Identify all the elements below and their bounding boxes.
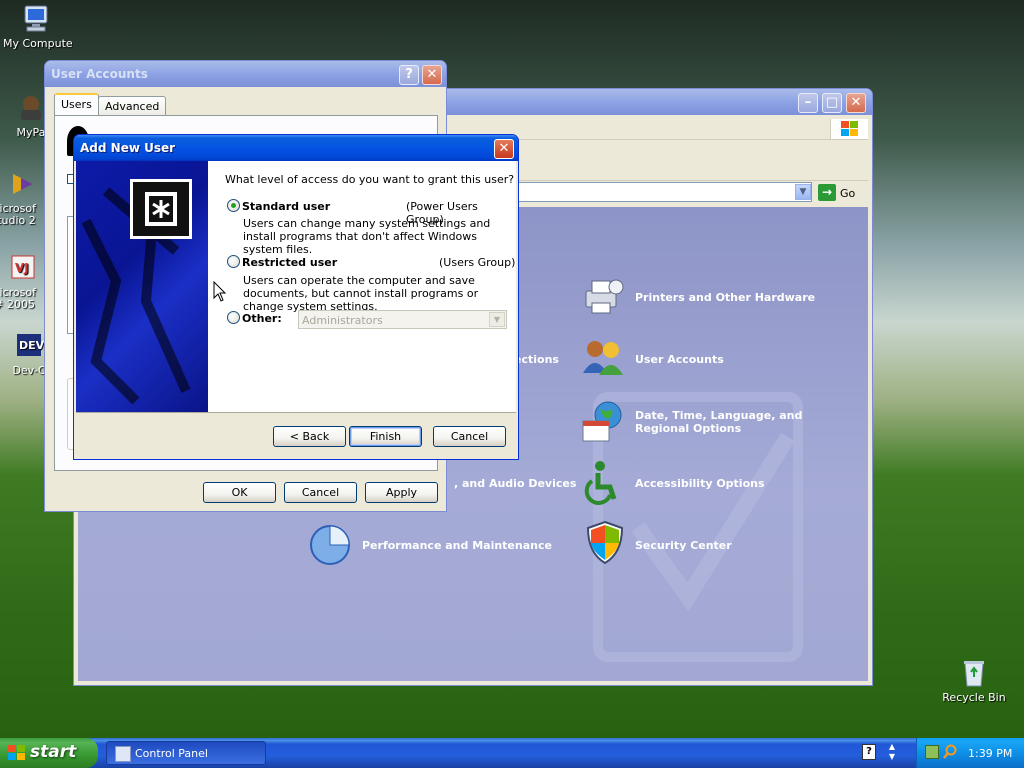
other-label[interactable]: Other: bbox=[242, 312, 282, 325]
windows-logo-icon bbox=[8, 745, 26, 761]
wizard-side-banner bbox=[76, 161, 208, 412]
taskbar-control-panel-label: Control Panel bbox=[135, 747, 208, 760]
other-radio[interactable] bbox=[227, 311, 240, 324]
category-performance-maintenance[interactable]: Performance and Maintenance bbox=[362, 539, 552, 552]
desktop-icon-my-computer[interactable]: My Computer bbox=[3, 3, 73, 50]
control-panel-icon bbox=[115, 746, 131, 762]
standard-user-label[interactable]: Standard user bbox=[242, 200, 330, 213]
date-time-globe-icon bbox=[580, 399, 626, 445]
minimize-button[interactable]: – bbox=[798, 93, 818, 113]
go-button[interactable]: Go bbox=[840, 187, 855, 200]
go-arrow-icon[interactable]: → bbox=[818, 184, 836, 201]
close-button[interactable]: ✕ bbox=[494, 139, 514, 159]
help-button[interactable]: ? bbox=[399, 65, 419, 85]
other-group-select[interactable]: Administrators ▼ bbox=[298, 310, 507, 329]
category-accessibility-options[interactable]: Accessibility Options bbox=[635, 477, 765, 490]
category-sounds-audio-devices[interactable]: , and Audio Devices bbox=[454, 477, 576, 490]
system-tray: 1:39 PM bbox=[916, 738, 1024, 768]
restricted-user-desc: Users can operate the computer and save … bbox=[243, 274, 479, 313]
help-tray-icon[interactable]: ? bbox=[862, 744, 876, 760]
accessibility-icon bbox=[580, 459, 626, 505]
wizard-content: What level of access do you want to gran… bbox=[208, 161, 516, 412]
restricted-user-radio[interactable] bbox=[227, 255, 240, 268]
svg-text:DEV: DEV bbox=[19, 339, 45, 352]
start-button[interactable]: start bbox=[0, 738, 98, 768]
cancel-button[interactable]: Cancel bbox=[433, 426, 506, 447]
network-tray-icon[interactable] bbox=[925, 745, 939, 759]
desktop-icon-label: Recycle Bin bbox=[942, 692, 1006, 704]
other-group-value: Administrators bbox=[302, 314, 383, 327]
close-button[interactable]: ✕ bbox=[422, 65, 442, 85]
chevron-down-icon: ▼ bbox=[489, 312, 505, 327]
tab-advanced-label: Advanced bbox=[105, 100, 160, 113]
user-accounts-titlebar: User Accounts bbox=[45, 61, 446, 87]
user-accounts-title: User Accounts bbox=[51, 67, 148, 81]
cancel-button[interactable]: Cancel bbox=[284, 482, 357, 503]
category-user-accounts[interactable]: User Accounts bbox=[635, 353, 724, 366]
key-asterisk-icon bbox=[130, 179, 192, 239]
performance-icon bbox=[306, 521, 352, 567]
computer-icon bbox=[22, 3, 54, 35]
apply-button[interactable]: Apply bbox=[365, 482, 438, 503]
devcpp-icon: DEV bbox=[13, 330, 45, 362]
visual-studio-icon bbox=[7, 168, 39, 200]
maximize-button[interactable]: □ bbox=[822, 93, 842, 113]
taskbar: start Control Panel ? ▲ ▼ 1:39 PM bbox=[0, 738, 1024, 768]
clock: 1:39 PM bbox=[968, 747, 1013, 760]
back-button[interactable]: < Back bbox=[273, 426, 346, 447]
desktop-icon-label: Microsof Studio 2 bbox=[0, 203, 36, 227]
user-accounts-icon bbox=[580, 335, 626, 381]
desktop-icon-label: My Computer bbox=[3, 38, 73, 50]
user-folder-icon bbox=[15, 92, 47, 124]
address-input[interactable] bbox=[514, 182, 812, 202]
category-printers-hardware[interactable]: Printers and Other Hardware bbox=[635, 291, 815, 304]
jsharp-icon: VJ bbox=[7, 252, 39, 284]
taskbar-control-panel-button[interactable]: Control Panel bbox=[106, 741, 266, 765]
search-tray-icon[interactable] bbox=[943, 744, 957, 760]
ok-button[interactable]: OK bbox=[203, 482, 276, 503]
category-network-connections[interactable]: ections bbox=[514, 353, 559, 366]
category-date-time-language[interactable]: Date, Time, Language, and Regional Optio… bbox=[635, 409, 855, 435]
desktop-icon-recycle-bin[interactable]: Recycle Bin bbox=[939, 657, 1009, 704]
windows-flag-icon bbox=[830, 119, 868, 139]
close-button[interactable]: ✕ bbox=[846, 93, 866, 113]
add-new-user-dialog: Add New User ✕ What level of access do y… bbox=[73, 134, 519, 460]
printer-icon bbox=[580, 273, 626, 319]
tab-users[interactable]: Users bbox=[54, 93, 99, 115]
address-dropdown-arrow[interactable]: ▼ bbox=[795, 184, 811, 200]
security-shield-icon bbox=[582, 519, 628, 565]
finish-button[interactable]: Finish bbox=[349, 426, 422, 447]
add-new-user-titlebar: Add New User bbox=[74, 135, 518, 161]
recycle-bin-icon bbox=[958, 657, 990, 689]
restricted-user-label[interactable]: Restricted user bbox=[242, 256, 337, 269]
tray-scroll-arrows-icon[interactable]: ▲ ▼ bbox=[886, 742, 898, 764]
svg-text:VJ: VJ bbox=[15, 261, 29, 275]
tab-advanced[interactable]: Advanced bbox=[98, 96, 167, 116]
tab-users-label: Users bbox=[61, 98, 92, 111]
dialog-title: Add New User bbox=[80, 141, 176, 155]
standard-user-desc: Users can change many system settings an… bbox=[243, 217, 491, 256]
mouse-cursor-icon bbox=[213, 281, 227, 302]
desktop-icon-label: Microsof J# 2005 bbox=[0, 287, 36, 311]
access-question: What level of access do you want to gran… bbox=[225, 173, 515, 186]
dialog-divider bbox=[76, 412, 516, 413]
start-label: start bbox=[30, 742, 77, 762]
standard-user-radio[interactable] bbox=[227, 199, 240, 212]
category-security-center[interactable]: Security Center bbox=[635, 539, 732, 552]
users-group-label: (Users Group) bbox=[439, 256, 516, 269]
